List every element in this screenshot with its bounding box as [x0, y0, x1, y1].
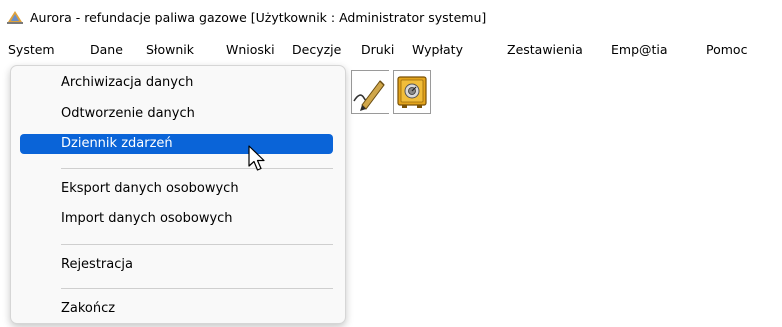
menu-item-dziennik[interactable]: Dziennik zdarzeń [61, 136, 173, 151]
menu-item-rejestracja[interactable]: Rejestracja [61, 257, 133, 272]
aurora-logo-icon [7, 11, 23, 24]
menu-item-odtworzenie[interactable]: Odtworzenie danych [61, 106, 195, 121]
menu-separator [61, 168, 333, 169]
menu-item-eksport[interactable]: Eksport danych osobowych [61, 181, 239, 196]
safe-toolbar-button[interactable] [393, 70, 431, 114]
menu-empatia[interactable]: Emp@tia [611, 42, 668, 57]
menu-druki[interactable]: Druki [361, 42, 394, 57]
menu-bar: System Dane Słownik Wnioski Decyzje Druk… [0, 38, 782, 62]
menu-item-import[interactable]: Import danych osobowych [61, 211, 233, 226]
menu-separator [61, 288, 333, 289]
signature-pen-icon [353, 80, 385, 111]
menu-slownik[interactable]: Słownik [146, 42, 194, 57]
menu-item-zakoncz[interactable]: Zakończ [61, 301, 115, 316]
menu-zestawienia[interactable]: Zestawienia [507, 42, 583, 57]
mouse-pointer-icon [248, 145, 265, 171]
menu-separator [61, 244, 333, 245]
window-title: Aurora - refundacje paliwa gazowe [Użytk… [30, 10, 487, 25]
menu-wyplaty[interactable]: Wypłaty [412, 42, 463, 57]
menu-decyzje[interactable]: Decyzje [292, 42, 341, 57]
title-bar: Aurora - refundacje paliwa gazowe [Użytk… [0, 0, 782, 36]
menu-dane[interactable]: Dane [90, 42, 123, 57]
menu-system[interactable]: System [8, 42, 55, 57]
menu-pomoc[interactable]: Pomoc [706, 42, 747, 57]
signature-toolbar-button[interactable] [351, 70, 389, 114]
safe-vault-icon [397, 76, 427, 108]
system-menu-dropdown: Archiwizacja danych Odtworzenie danych D… [10, 65, 346, 324]
menu-item-archiwizacja[interactable]: Archiwizacja danych [61, 75, 193, 90]
menu-wnioski[interactable]: Wnioski [226, 42, 275, 57]
